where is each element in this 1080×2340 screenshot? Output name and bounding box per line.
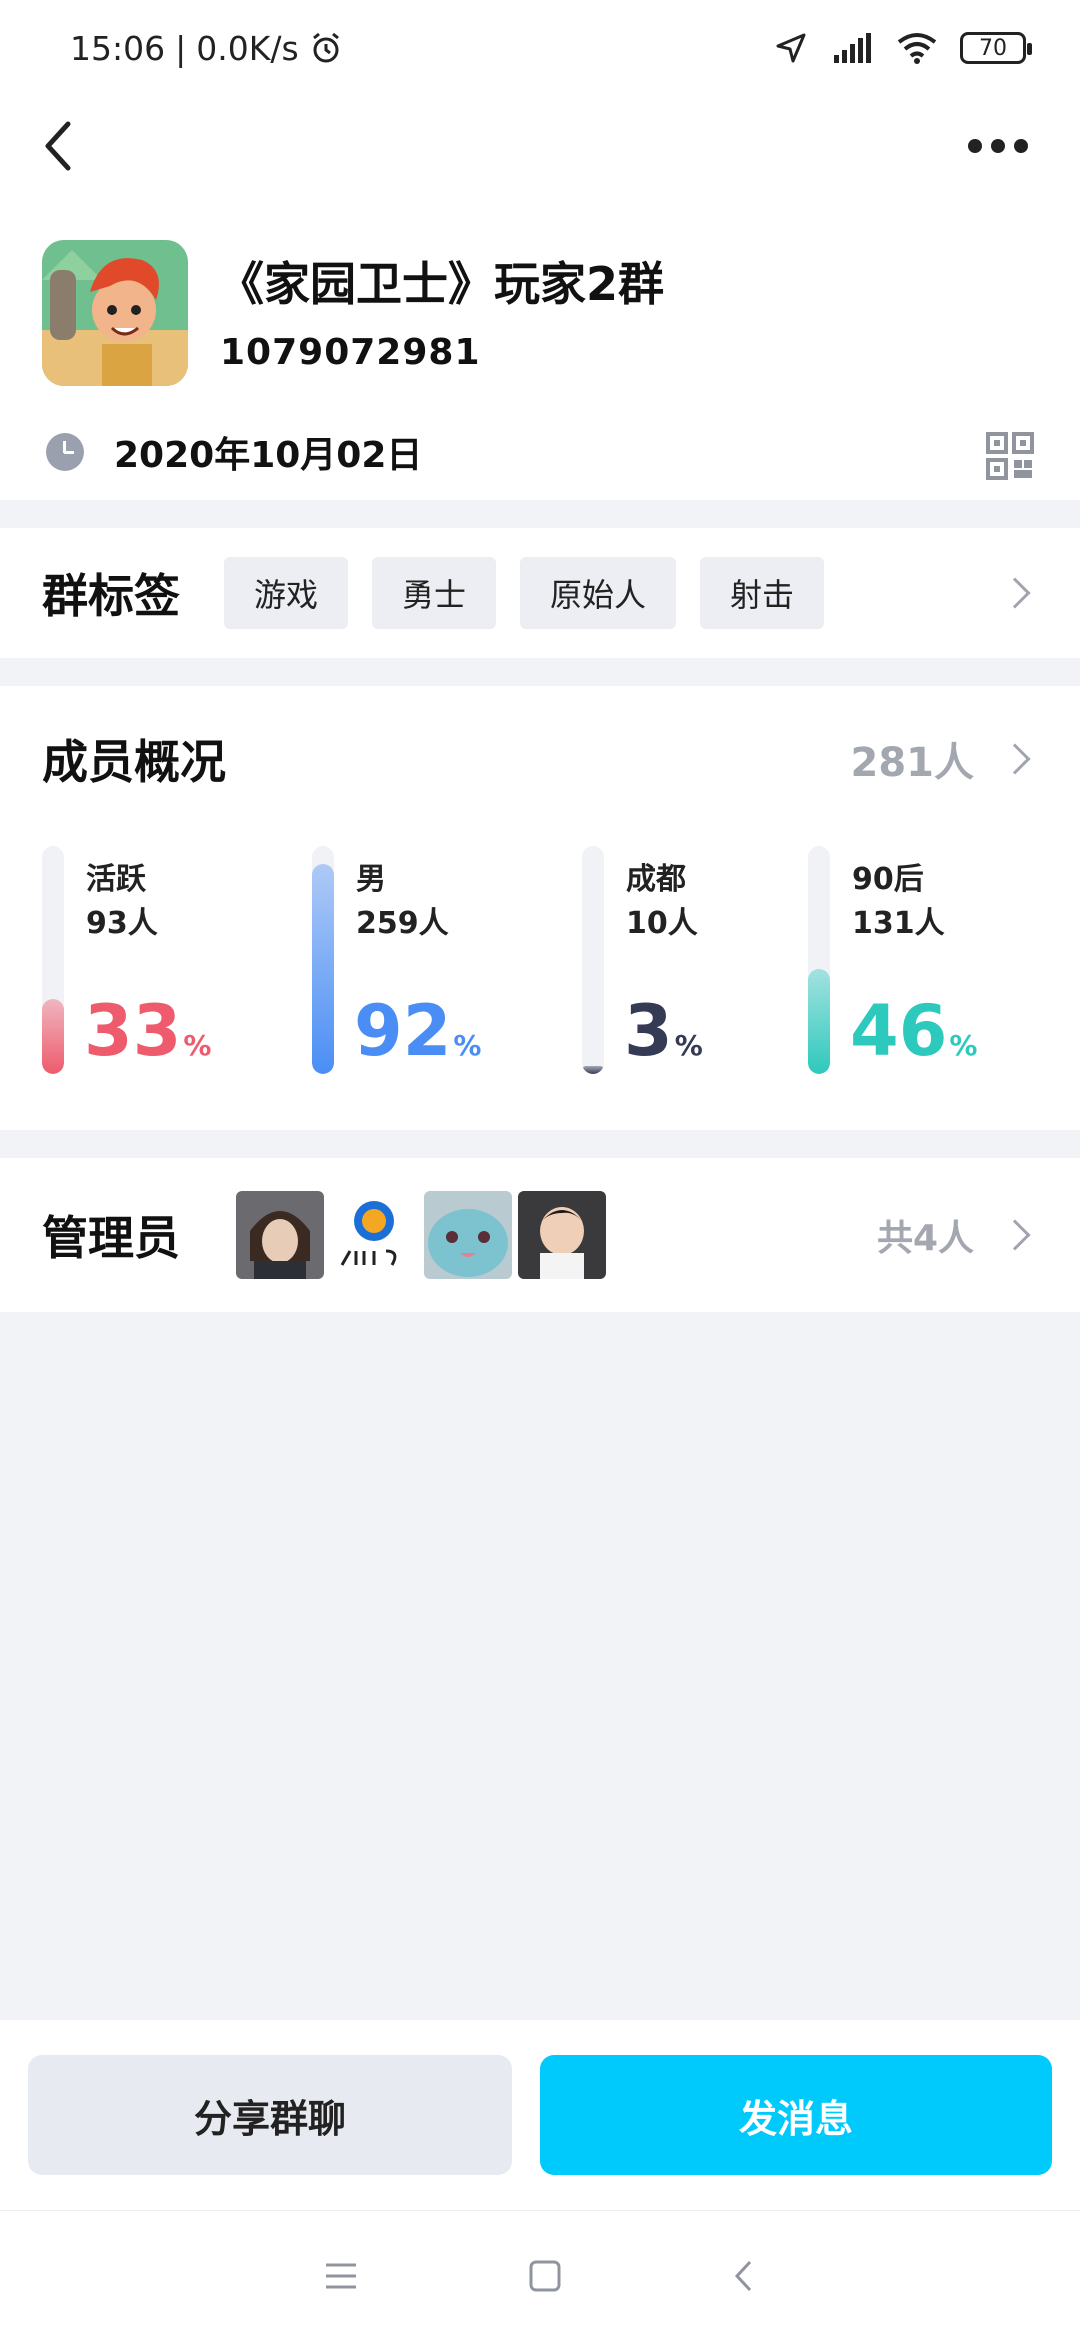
stat-bar [808,846,830,1074]
stat-active: 活跃 93人 33% [42,846,242,1086]
group-id: 1079072981 [220,332,481,373]
stat-percent: 46% [850,996,977,1066]
admins-row[interactable]: 管理员 共4人 [0,1158,1080,1312]
status-separator: | [175,28,187,68]
stat-percent-unit: % [949,1029,978,1062]
tag-item[interactable]: 射击 [700,557,825,629]
group-tags-row[interactable]: 群标签 游戏 勇士 原始人 射击 [0,528,1080,658]
stat-count: 259人 [356,906,449,941]
stat-percent-value: 3 [624,990,673,1072]
more-dot [968,139,982,153]
admin-total: 共4人 [876,1218,974,1259]
tag-item[interactable]: 勇士 [372,557,497,629]
share-group-button[interactable]: 分享群聊 [28,2055,512,2175]
nav-bar [0,96,1080,196]
admin-avatar[interactable] [330,1191,418,1279]
created-date-row: 2020年10月02日 [46,426,422,478]
send-message-button[interactable]: 发消息 [540,2055,1052,2175]
member-overview-header[interactable]: 成员概况 281人 [42,726,1038,792]
stat-count: 93人 [86,906,158,941]
alarm-icon [312,32,339,63]
tags-title: 群标签 [42,569,180,623]
group-header: 《家园卫士》玩家2群 1079072981 2020年10月02日 [0,196,1080,500]
wifi-icon [897,33,937,64]
back-chevron-icon[interactable] [40,118,80,174]
tag-item[interactable]: 游戏 [224,557,349,629]
battery-icon: 70 [960,32,1032,64]
group-avatar[interactable] [42,240,188,386]
admin-avatar[interactable] [518,1191,606,1279]
caveman-character-image [42,240,188,386]
member-count: 281人 [850,740,975,786]
chevron-right-icon[interactable] [999,743,1031,775]
admin-avatar-image [424,1191,512,1279]
admin-avatar[interactable] [424,1191,512,1279]
created-date: 2020年10月02日 [114,435,423,476]
qr-code-icon[interactable] [986,432,1034,480]
stat-bar [42,846,64,1074]
more-dot [1014,139,1028,153]
battery-level: 70 [979,35,1007,61]
stat-percent-unit: % [674,1029,703,1062]
stat-percent: 92% [354,996,481,1066]
stat-label: 成都 [626,862,686,897]
system-nav-bar [0,2210,1080,2340]
group-name: 《家园卫士》玩家2群 [218,257,665,311]
stat-percent: 33% [84,996,211,1066]
admin-avatar-image [330,1191,418,1279]
stat-count: 131人 [852,906,945,941]
tag-list: 游戏 勇士 原始人 射击 [224,557,825,629]
stat-label: 男 [356,862,386,897]
stat-percent-value: 33 [84,990,182,1072]
stat-label: 活跃 [86,862,146,897]
action-bar: 分享群聊 发消息 [0,2020,1080,2210]
home-icon[interactable] [528,2259,562,2293]
stat-bar [312,846,334,1074]
stat-percent: 3% [624,996,703,1066]
clock-icon [46,433,84,471]
stat-percent-value: 46 [850,990,948,1072]
stat-city: 成都 10人 3% [582,846,782,1086]
status-time: 15:06 [70,28,166,68]
chevron-right-icon[interactable] [999,1219,1031,1251]
more-dots-icon[interactable] [968,139,1040,153]
stat-age: 90后 131人 46% [808,846,1008,1086]
chevron-right-icon[interactable] [999,577,1031,609]
signal-icon [834,33,871,63]
status-bar: 15:06 | 0.0K/s 70 [0,0,1080,96]
location-icon [776,33,806,63]
admin-avatar[interactable] [236,1191,324,1279]
stat-bar-fill [808,969,830,1074]
admins-title: 管理员 [42,1211,180,1265]
stat-male: 男 259人 92% [312,846,512,1086]
stat-bar [582,846,604,1074]
menu-icon[interactable] [324,2261,358,2291]
system-back-icon[interactable] [732,2259,756,2293]
group-info-page: 15:06 | 0.0K/s 70 《家园卫士》玩家2群 1079072981 … [0,0,1080,2340]
more-dot [991,139,1005,153]
stat-percent-unit: % [183,1029,212,1062]
status-speed: 0.0K/s [196,28,299,68]
stat-percent-unit: % [453,1029,482,1062]
tag-item[interactable]: 原始人 [520,557,677,629]
admin-avatar-image [518,1191,606,1279]
stat-bar-fill [312,864,334,1074]
member-overview: 成员概况 281人 活跃 93人 33% 男 259人 92% 成都 10人 3… [0,686,1080,1130]
admin-avatar-list [236,1191,606,1279]
stat-bar-fill [42,999,64,1074]
stat-count: 10人 [626,906,698,941]
stat-percent-value: 92 [354,990,452,1072]
stat-bar-fill [582,1066,604,1074]
member-overview-title: 成员概况 [42,735,226,789]
admin-avatar-image [236,1191,324,1279]
stat-label: 90后 [852,862,924,897]
